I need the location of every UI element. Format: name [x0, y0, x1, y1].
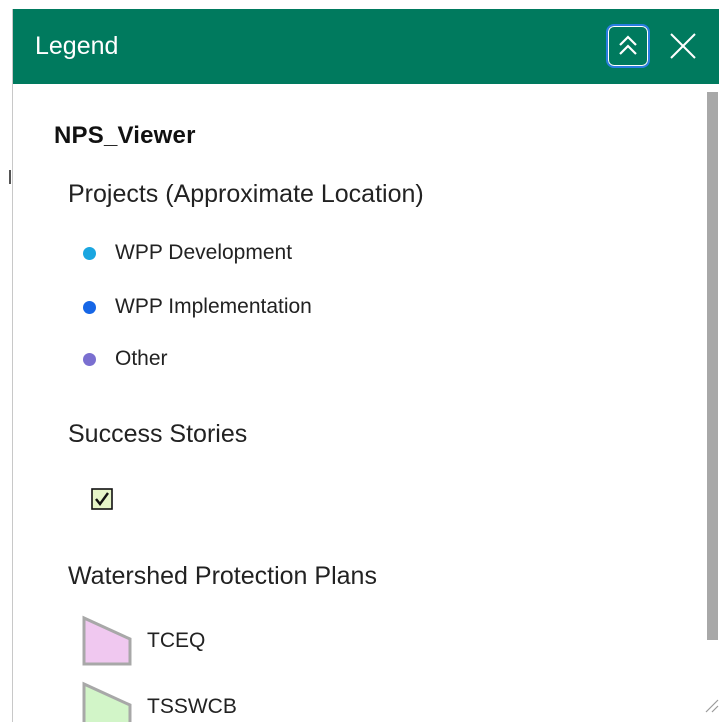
point-symbol: [83, 246, 96, 260]
layer-title-success-stories: Success Stories: [68, 420, 248, 448]
legend-item-label: TSSWCB: [147, 695, 237, 718]
legend-item-label: WPP Implementation: [115, 295, 312, 318]
window-edge: [0, 0, 12, 722]
legend-content: NPS_Viewer Projects (Approximate Locatio…: [13, 84, 703, 722]
resize-grip-icon[interactable]: [703, 697, 719, 713]
panel-title: Legend: [35, 32, 119, 60]
vertical-scrollbar[interactable]: [707, 92, 718, 640]
polygon-symbol: [82, 681, 132, 722]
point-symbol: [83, 300, 96, 314]
panel-header: Legend: [13, 9, 719, 84]
layer-title-projects: Projects (Approximate Location): [68, 180, 424, 208]
edge-marker: [9, 170, 11, 184]
collapse-button[interactable]: [606, 24, 650, 68]
legend-item: WPP Implementation: [83, 292, 312, 322]
legend-item-label: Other: [115, 347, 168, 370]
layer-title-watershed-protection-plans: Watershed Protection Plans: [68, 562, 377, 590]
legend-item-label: TCEQ: [147, 629, 206, 652]
service-title: NPS_Viewer: [54, 122, 196, 149]
point-symbol: [83, 352, 96, 366]
legend-item: WPP Development: [83, 238, 292, 268]
checkbox-check-icon: [91, 488, 113, 510]
legend-item: TSSWCB: [81, 680, 237, 722]
legend-item: TCEQ: [81, 614, 205, 668]
legend-item: Other: [83, 344, 168, 374]
legend-item-label: WPP Development: [115, 241, 293, 264]
close-button[interactable]: [663, 26, 703, 66]
polygon-symbol: [82, 615, 132, 666]
legend-panel: Legend NPS_Viewer Projects (Approximate …: [12, 9, 719, 722]
